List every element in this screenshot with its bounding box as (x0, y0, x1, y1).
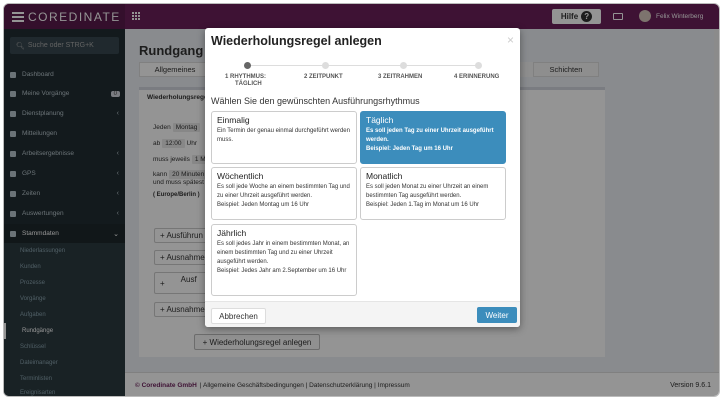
next-button[interactable]: Weiter (477, 307, 517, 323)
step-line (247, 65, 480, 66)
step-label-line: 1 RHYTHMUS: (225, 74, 267, 80)
option-desc: Es soll jeden Tag zu einer Uhrzeit ausge… (366, 128, 494, 143)
step-label-reminder: 4 ERINNERUNG (454, 74, 500, 80)
option-desc: Es soll jedes Jahr in einem bestimmten M… (217, 241, 350, 265)
option-weekly[interactable]: Wöchentlich Es soll jede Woche an einem … (211, 167, 357, 220)
step-dot-current (244, 62, 251, 69)
option-yearly[interactable]: Jährlich Es soll jedes Jahr in einem bes… (211, 224, 357, 296)
step-label-line: TÄGLICH (235, 81, 262, 87)
option-desc: Es soll jede Woche an einem bestimmten T… (217, 184, 350, 199)
option-monthly[interactable]: Monatlich Es soll jeden Monat zu einer U… (360, 167, 506, 220)
dialog-subtitle: Wählen Sie den gewünschten Ausführungsrh… (211, 96, 420, 106)
step-dot (322, 62, 329, 69)
option-title: Monatlich (366, 171, 403, 181)
option-example: Beispiel: Jeden Montag um 16 Uhr (217, 202, 310, 208)
option-desc: Ein Termin der genau einmal durchgeführt… (217, 128, 350, 143)
cancel-button[interactable]: Abbrechen (211, 308, 266, 324)
option-example: Beispiel: Jedes Jahr am 2.September um 1… (217, 268, 347, 274)
option-title: Wöchentlich (217, 171, 264, 181)
option-once[interactable]: Einmalig Ein Termin der genau einmal dur… (211, 111, 357, 164)
repeat-rule-dialog: Wiederholungsregel anlegen × 1 RHYTHMUS:… (205, 28, 520, 327)
close-icon[interactable]: × (507, 33, 514, 47)
step-label-time: 2 ZEITPUNKT (304, 74, 343, 80)
step-dot (475, 62, 482, 69)
option-title: Jährlich (217, 228, 247, 238)
step-dot (400, 62, 407, 69)
app-window: COREDINATE Hilfe ? Felix Winterberg 🔍︎ S… (3, 3, 720, 397)
step-label-timeframe: 3 ZEITRAHMEN (378, 74, 423, 80)
step-label-rhythm: 1 RHYTHMUS: TÄGLICH (225, 74, 266, 88)
dialog-footer: Abbrechen Weiter (205, 301, 520, 327)
option-title: Einmalig (217, 115, 250, 125)
wizard-steps: 1 RHYTHMUS: TÄGLICH 2 ZEITPUNKT 3 ZEITRA… (205, 61, 520, 91)
option-example: Beispiel: Jeden 1.Tag im Monat um 16 Uhr (366, 202, 480, 208)
option-example: Beispiel: Jeden Tag um 16 Uhr (366, 146, 453, 152)
dialog-title: Wiederholungsregel anlegen (211, 34, 382, 48)
option-title: Täglich (366, 115, 394, 125)
option-daily[interactable]: Täglich Es soll jeden Tag zu einer Uhrze… (360, 111, 506, 164)
option-desc: Es soll jeden Monat zu einer Uhrzeit an … (366, 184, 489, 199)
